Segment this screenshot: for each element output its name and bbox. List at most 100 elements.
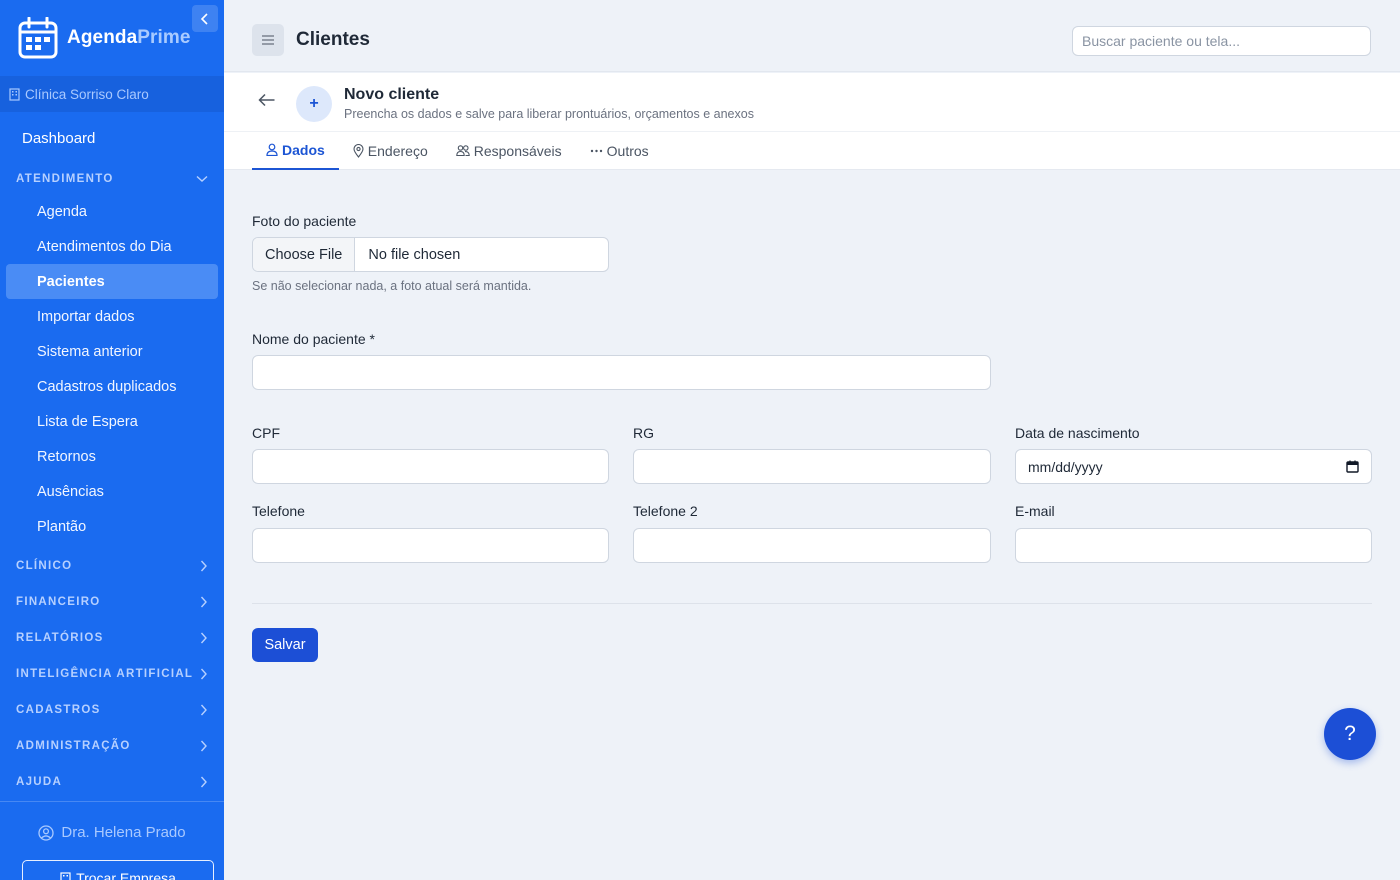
sidebar-item-importar-dados[interactable]: Importar dados: [6, 299, 218, 334]
sidebar-section-relatorios[interactable]: RELATÓRIOS: [0, 620, 224, 656]
tab-label: Responsáveis: [473, 142, 562, 159]
section-label: AJUDA: [16, 776, 63, 788]
sidebar-submenu-atendimento: Agenda Atendimentos do Dia Pacientes Imp…: [0, 194, 224, 548]
sidebar-section-inteligencia-artificial[interactable]: INTELIGÊNCIA ARTIFICIAL: [0, 656, 224, 692]
switch-company-button[interactable]: Trocar Empresa: [22, 860, 214, 880]
brand: AgendaPrime: [0, 0, 224, 76]
clinic-selector[interactable]: Clínica Sorriso Claro: [0, 76, 224, 112]
sidebar-section-atendimento[interactable]: ATENDIMENTO: [0, 164, 224, 194]
section-label: RELATÓRIOS: [16, 632, 104, 644]
photo-help-text: Se não selecionar nada, a foto atual ser…: [252, 279, 532, 293]
user-icon: [266, 143, 278, 156]
sidebar-item-atendimentos-do-dia[interactable]: Atendimentos do Dia: [6, 229, 218, 264]
more-dots-icon: [590, 149, 602, 152]
chevron-right-icon: [200, 776, 207, 788]
tab-label: Outros: [606, 142, 649, 159]
hamburger-icon: [262, 35, 274, 45]
collapse-sidebar-button[interactable]: [192, 5, 218, 32]
tab-label: Dados: [282, 141, 325, 158]
chevron-right-icon: [200, 668, 207, 680]
form-subtitle: Preencha os dados e salve para liberar p…: [344, 107, 754, 121]
brand-name-part2: Prime: [137, 27, 191, 48]
tab-label: Endereço: [367, 142, 428, 159]
brand-name-part1: Agenda: [67, 27, 138, 48]
tab-dados[interactable]: Dados: [252, 131, 339, 170]
birth-date-label: Data de nascimento: [1015, 425, 1140, 441]
form-header: + Novo cliente Preencha os dados e salve…: [224, 73, 1400, 170]
sidebar-item-ausencias[interactable]: Ausências: [6, 474, 218, 509]
calendar-icon: [1346, 460, 1359, 473]
birth-date-input[interactable]: mm/dd/yyyy: [1015, 449, 1372, 484]
sidebar-section-administracao[interactable]: ADMINISTRAÇÃO: [0, 728, 224, 764]
sidebar: AgendaPrime Clínica Sorriso Claro Dashbo…: [0, 0, 224, 880]
sidebar-item-agenda[interactable]: Agenda: [6, 194, 218, 229]
search-input[interactable]: [1072, 26, 1371, 56]
name-label: Nome do paciente *: [252, 331, 375, 347]
building-icon: [60, 872, 71, 880]
section-label: FINANCEIRO: [16, 596, 101, 608]
phone2-input[interactable]: [633, 528, 991, 563]
section-label: INTELIGÊNCIA ARTIFICIAL: [16, 668, 194, 680]
sidebar-item-plantao[interactable]: Plantão: [6, 509, 218, 544]
switch-company-label: Trocar Empresa: [76, 870, 176, 880]
section-label: CADASTROS: [16, 704, 101, 716]
sidebar-divider: [0, 801, 224, 802]
name-input[interactable]: [252, 355, 991, 390]
cpf-label: CPF: [252, 425, 280, 441]
users-icon: [455, 145, 470, 156]
sidebar-item-pacientes[interactable]: Pacientes: [6, 264, 218, 299]
rg-input[interactable]: [633, 449, 991, 484]
phone2-label: Telefone 2: [633, 503, 698, 519]
photo-label: Foto do paciente: [252, 213, 357, 229]
photo-file-input[interactable]: Choose File No file chosen: [252, 237, 609, 272]
rg-label: RG: [633, 425, 654, 441]
sidebar-item-dashboard[interactable]: Dashboard: [0, 112, 224, 164]
menu-toggle-button[interactable]: [252, 24, 284, 56]
clinic-name: Clínica Sorriso Claro: [25, 86, 149, 102]
chevron-right-icon: [200, 596, 207, 608]
sidebar-section-cadastros[interactable]: CADASTROS: [0, 692, 224, 728]
sidebar-section-ajuda[interactable]: AJUDA: [0, 764, 224, 800]
plus-icon: +: [296, 86, 332, 122]
back-arrow-icon[interactable]: [258, 93, 276, 107]
section-label: ADMINISTRAÇÃO: [16, 740, 131, 752]
tab-responsaveis[interactable]: Responsáveis: [442, 131, 576, 170]
form-title: Novo cliente: [344, 86, 440, 103]
form-tabs: Dados Endereço Responsáveis Outros: [252, 131, 663, 170]
user-profile[interactable]: Dra. Helena Prado: [0, 824, 224, 841]
sidebar-item-sistema-anterior[interactable]: Sistema anterior: [6, 334, 218, 369]
top-header: Clientes: [224, 0, 1400, 72]
chevron-left-icon: [200, 12, 208, 25]
email-input[interactable]: [1015, 528, 1372, 563]
phone-label: Telefone: [252, 503, 305, 519]
chevron-right-icon: [200, 740, 207, 752]
user-name: Dra. Helena Prado: [61, 824, 186, 841]
choose-file-button[interactable]: Choose File: [253, 238, 356, 271]
chevron-right-icon: [200, 704, 207, 716]
cpf-input[interactable]: [252, 449, 609, 484]
chevron-down-icon: [196, 175, 208, 182]
form-divider: [252, 603, 1372, 604]
sidebar-item-lista-de-espera[interactable]: Lista de Espera: [6, 404, 218, 439]
building-icon: [9, 87, 20, 101]
calendar-logo-icon: [18, 17, 58, 59]
chevron-right-icon: [200, 632, 207, 644]
file-status: No file chosen: [368, 246, 461, 263]
sidebar-item-retornos[interactable]: Retornos: [6, 439, 218, 474]
sidebar-section-financeiro[interactable]: FINANCEIRO: [0, 584, 224, 620]
map-pin-icon: [353, 143, 364, 158]
sidebar-item-cadastros-duplicados[interactable]: Cadastros duplicados: [6, 369, 218, 404]
section-label: CLÍNICO: [16, 560, 73, 572]
tab-endereco[interactable]: Endereço: [339, 131, 442, 170]
brand-name: AgendaPrime: [67, 27, 191, 49]
chevron-right-icon: [200, 560, 207, 572]
sidebar-section-clinico[interactable]: CLÍNICO: [0, 548, 224, 584]
birth-date-placeholder: mm/dd/yyyy: [1028, 458, 1103, 475]
user-circle-icon: [38, 824, 55, 841]
phone-input[interactable]: [252, 528, 609, 563]
page-title: Clientes: [296, 29, 370, 50]
tab-outros[interactable]: Outros: [576, 131, 663, 170]
help-button[interactable]: ?: [1324, 708, 1376, 760]
email-label: E-mail: [1015, 503, 1055, 519]
save-button[interactable]: Salvar: [252, 628, 318, 662]
